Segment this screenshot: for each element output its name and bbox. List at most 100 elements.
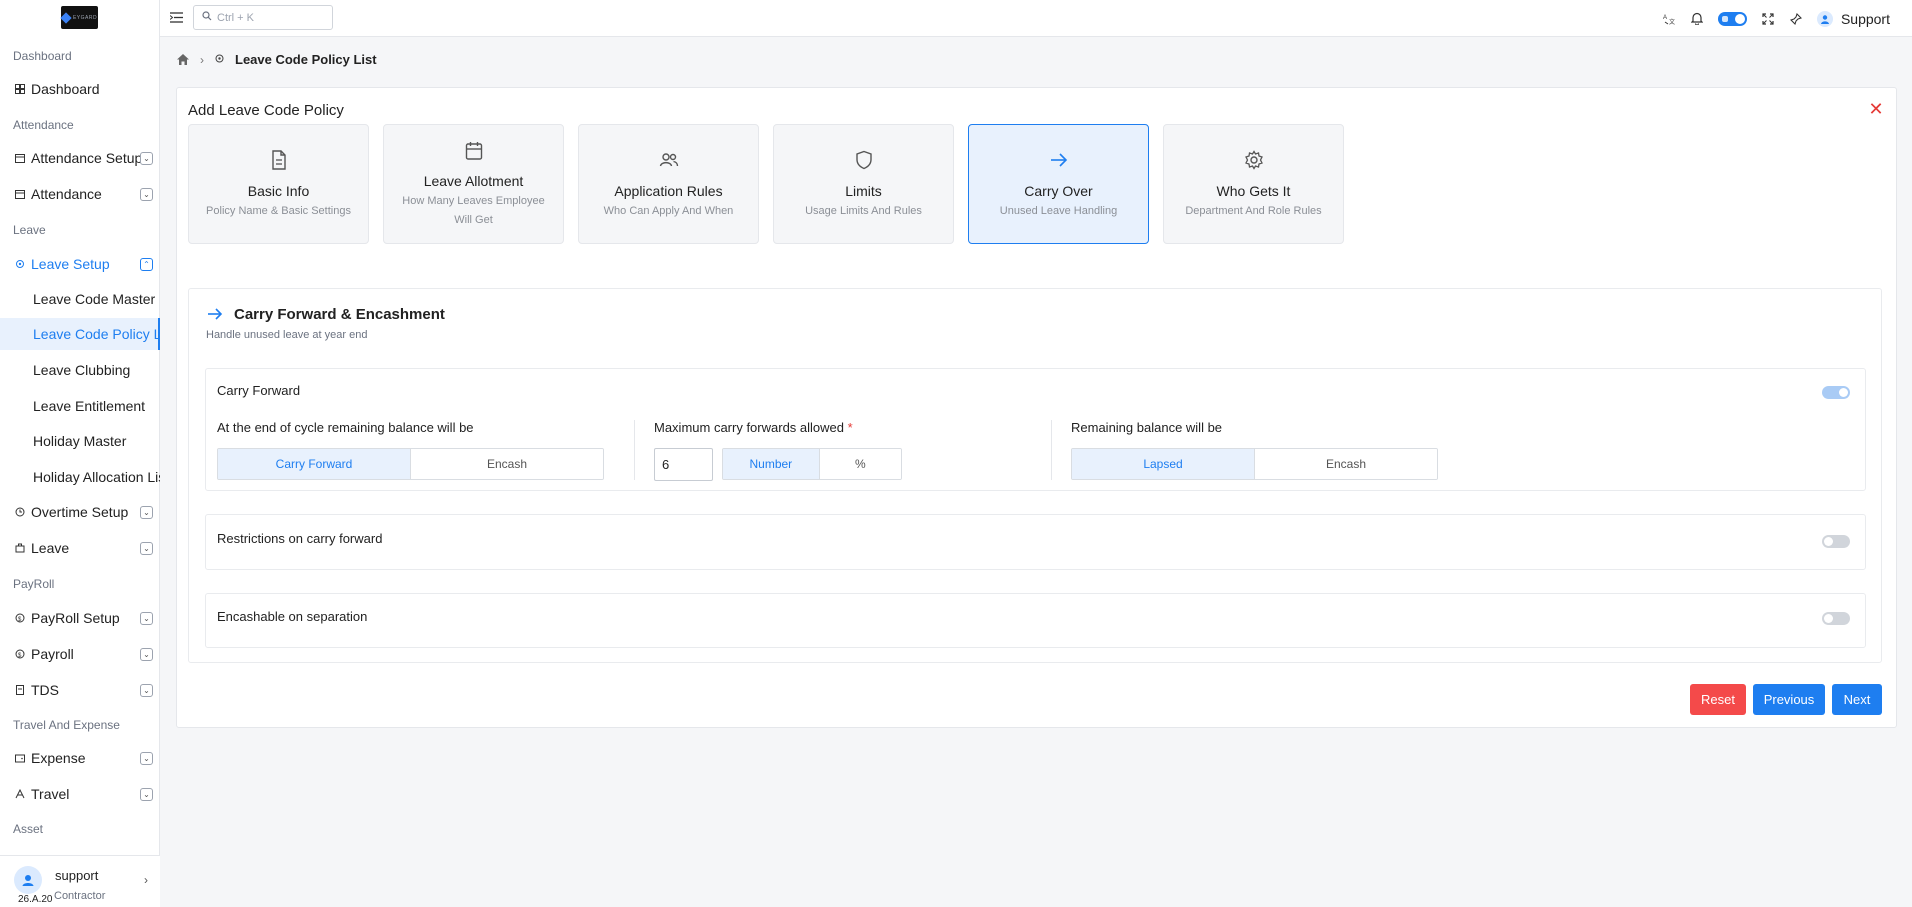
- restrictions-toggle[interactable]: [1822, 535, 1850, 548]
- sidebar-item-attendance-setup[interactable]: Attendance Setup ⌄: [0, 143, 160, 173]
- sidebar-item-payroll-setup[interactable]: $ PayRoll Setup ⌄: [0, 603, 160, 633]
- step-description: Who Can Apply And When: [603, 205, 734, 217]
- section-dashboard: Dashboard: [13, 49, 72, 63]
- option-carry-forward[interactable]: Carry Forward: [218, 449, 410, 479]
- encashable-label: Encashable on separation: [217, 609, 368, 624]
- remaining-balance-label: Remaining balance will be: [1071, 420, 1223, 435]
- breadcrumb: › Leave Code Policy List: [176, 52, 377, 67]
- divider: [1051, 420, 1052, 480]
- sidebar-item-attendance[interactable]: Attendance ⌄: [0, 179, 160, 209]
- option-encash[interactable]: Encash: [410, 449, 603, 479]
- sidebar-subitem-leave-entitlement[interactable]: Leave Entitlement: [0, 390, 160, 422]
- close-icon[interactable]: ✕: [1866, 99, 1886, 119]
- sidebar-subitem-holiday-master[interactable]: Holiday Master: [0, 425, 160, 457]
- step-carry-over[interactable]: Carry Over Unused Leave Handling: [968, 124, 1149, 244]
- chevron-down-icon[interactable]: ⌄: [140, 188, 153, 201]
- carry-forward-label: Carry Forward: [217, 383, 301, 398]
- reset-button[interactable]: Reset: [1690, 684, 1746, 715]
- option-number[interactable]: Number: [723, 449, 819, 479]
- bell-icon[interactable]: [1690, 12, 1704, 26]
- section-attendance: Attendance: [13, 118, 74, 132]
- option-lapsed[interactable]: Lapsed: [1072, 449, 1254, 479]
- sidebar-item-payroll[interactable]: $ Payroll ⌄: [0, 639, 160, 669]
- sidebar-item-travel[interactable]: Travel ⌄: [0, 779, 160, 809]
- top-bar: Ctrl + K A文 Support: [160, 0, 1912, 37]
- option-percent[interactable]: %: [818, 449, 901, 479]
- remaining-balance-selector: Lapsed Encash: [1071, 448, 1438, 480]
- document-icon: [189, 150, 368, 172]
- sidebar-item-leave-setup[interactable]: Leave Setup ⌃: [0, 249, 160, 279]
- avatar: [1816, 10, 1833, 27]
- step-who-gets-it[interactable]: Who Gets It Department And Role Rules: [1163, 124, 1344, 244]
- carry-forward-toggle[interactable]: [1822, 386, 1850, 399]
- logo-mark-icon: [60, 11, 72, 24]
- chevron-down-icon[interactable]: ⌄: [140, 752, 153, 765]
- sidebar-item-dashboard[interactable]: Dashboard: [0, 74, 160, 104]
- section-leave: Leave: [13, 223, 46, 237]
- carry-forward-section: Carry Forward & Encashment Handle unused…: [188, 288, 1882, 663]
- chevron-down-icon[interactable]: ⌄: [140, 152, 153, 165]
- chevron-down-icon[interactable]: ⌄: [140, 788, 153, 801]
- user-name: support: [55, 868, 99, 883]
- step-description: How Many Leaves Employee Will Get: [402, 195, 545, 226]
- step-basic-info[interactable]: Basic Info Policy Name & Basic Settings: [188, 124, 369, 244]
- sidebar-item-label: Attendance Setup: [31, 150, 143, 166]
- company-logo[interactable]: EYGARD: [60, 6, 98, 29]
- encashable-toggle[interactable]: [1822, 612, 1850, 625]
- option-encash[interactable]: Encash: [1254, 449, 1437, 479]
- sidebar-item-label: Attendance: [31, 186, 102, 202]
- avatar: [14, 866, 42, 894]
- sidebar-subitem-leave-clubbing[interactable]: Leave Clubbing: [0, 354, 160, 386]
- translate-icon[interactable]: A文: [1662, 12, 1676, 26]
- chevron-up-icon[interactable]: ⌃: [140, 258, 153, 271]
- next-button[interactable]: Next: [1832, 684, 1882, 715]
- chevron-right-icon[interactable]: ›: [144, 873, 148, 887]
- search-input[interactable]: Ctrl + K: [193, 5, 333, 30]
- sidebar: EYGARD Dashboard Dashboard Attendance At…: [0, 0, 160, 907]
- step-title: Application Rules: [614, 183, 723, 199]
- theme-toggle[interactable]: [1717, 11, 1747, 26]
- page-title: Add Leave Code Policy: [188, 102, 344, 119]
- step-limits[interactable]: Limits Usage Limits And Rules: [773, 124, 954, 244]
- menu-toggle-icon[interactable]: [169, 11, 183, 24]
- sidebar-subitem-leave-code-policy-list[interactable]: Leave Code Policy List: [0, 318, 160, 350]
- end-of-cycle-label: At the end of cycle remaining balance wi…: [217, 420, 474, 435]
- grid-icon: [15, 84, 25, 94]
- chevron-down-icon[interactable]: ⌄: [140, 684, 153, 697]
- max-carry-forward-label: Maximum carry forwards allowed *: [654, 420, 853, 435]
- end-of-cycle-selector: Carry Forward Encash: [217, 448, 604, 480]
- briefcase-icon: [15, 543, 25, 553]
- max-carry-forward-input[interactable]: 6: [654, 448, 713, 481]
- user-name: Support: [1840, 10, 1890, 27]
- sidebar-subitem-leave-code-master[interactable]: Leave Code Master: [0, 283, 160, 315]
- sidebar-user-footer[interactable]: support Contractor 26.A.20 ›: [0, 855, 160, 907]
- search-icon: [202, 11, 212, 24]
- chevron-down-icon[interactable]: ⌄: [140, 648, 153, 661]
- step-application-rules[interactable]: Application Rules Who Can Apply And When: [578, 124, 759, 244]
- step-description: Policy Name & Basic Settings: [206, 205, 351, 217]
- section-subtitle: Handle unused leave at year end: [206, 329, 368, 341]
- sidebar-item-label: Overtime Setup: [31, 504, 129, 520]
- sidebar-item-leave[interactable]: Leave ⌄: [0, 533, 160, 563]
- chevron-down-icon[interactable]: ⌄: [140, 542, 153, 555]
- step-description: Department And Role Rules: [1185, 205, 1322, 217]
- fullscreen-icon[interactable]: [1761, 12, 1775, 26]
- sidebar-item-tds[interactable]: TDS ⌄: [0, 675, 160, 705]
- chevron-down-icon[interactable]: ⌄: [140, 612, 153, 625]
- breadcrumb-separator-icon: ›: [200, 52, 204, 67]
- chevron-down-icon[interactable]: ⌄: [140, 506, 153, 519]
- sidebar-item-overtime-setup[interactable]: Overtime Setup ⌄: [0, 497, 160, 527]
- breadcrumb-current: Leave Code Policy List: [235, 52, 377, 67]
- pin-icon[interactable]: [1789, 12, 1803, 26]
- sidebar-item-expense[interactable]: Expense ⌄: [0, 743, 160, 773]
- home-icon[interactable]: [176, 53, 190, 67]
- logo-text: EYGARD: [72, 14, 98, 21]
- money-settings-icon: $: [15, 613, 25, 623]
- user-menu[interactable]: Support: [1816, 10, 1890, 27]
- step-title: Limits: [845, 183, 882, 199]
- sidebar-subitem-holiday-allocation-list[interactable]: Holiday Allocation List: [0, 461, 160, 493]
- previous-button[interactable]: Previous: [1753, 684, 1825, 715]
- step-leave-allotment[interactable]: Leave Allotment How Many Leaves Employee…: [383, 124, 564, 244]
- sidebar-item-label: Expense: [31, 750, 86, 766]
- leave-setup-icon: [15, 259, 25, 269]
